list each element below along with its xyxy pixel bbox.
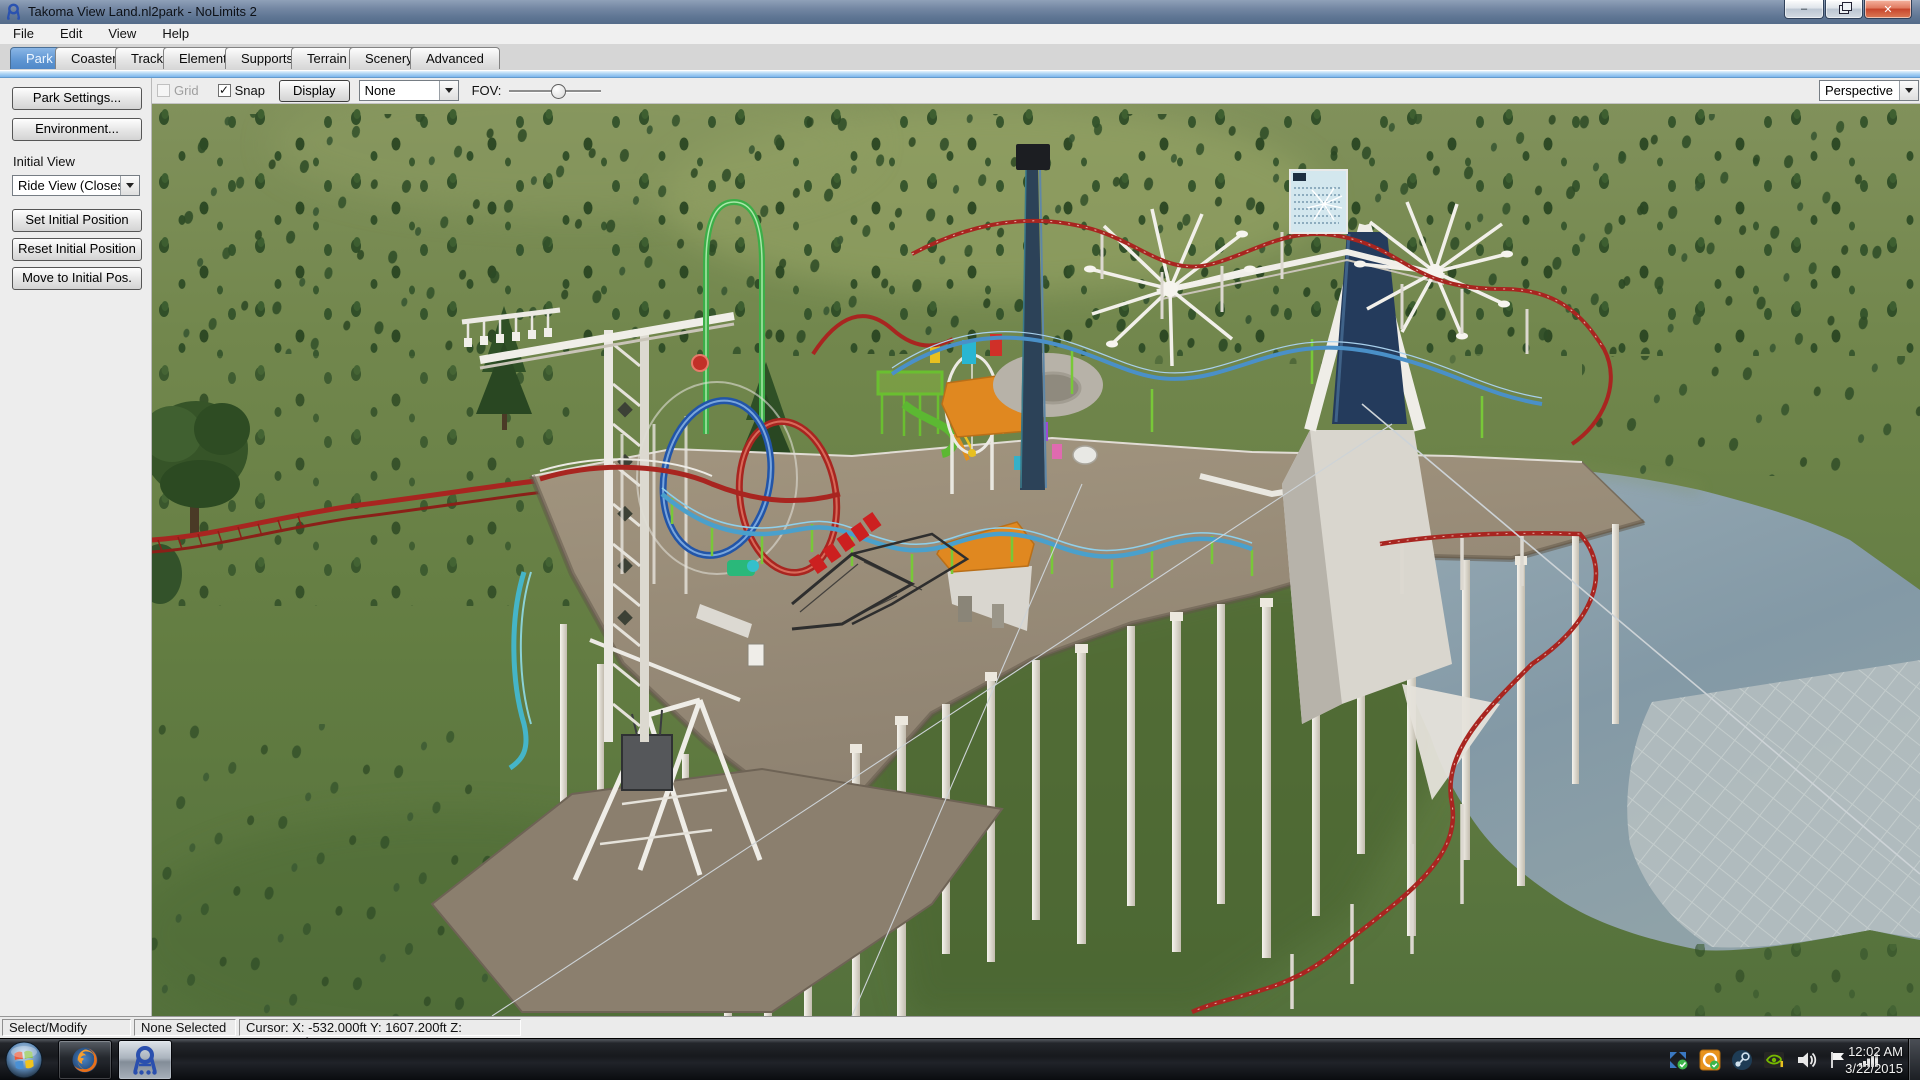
minimize-icon: –: [1801, 3, 1807, 15]
close-icon: ✕: [1883, 3, 1892, 16]
fov-slider[interactable]: [509, 84, 601, 98]
check-icon: ✓: [219, 83, 229, 97]
display-mode-value: None: [360, 81, 439, 100]
recorder-app-icon[interactable]: [1698, 1048, 1722, 1072]
menu-view[interactable]: View: [95, 24, 149, 44]
environment-button[interactable]: Environment...: [12, 118, 142, 141]
menu-file[interactable]: File: [0, 24, 47, 44]
active-pane-accent: [0, 70, 1920, 78]
window-title: Takoma View Land.nl2park - NoLimits 2: [28, 0, 257, 24]
status-selection: None Selected: [134, 1019, 236, 1036]
park-sidebar: Park Settings... Environment... Initial …: [0, 78, 152, 1016]
taskbar-nolimits-button[interactable]: [118, 1040, 172, 1080]
taskbar-firefox-button[interactable]: [58, 1040, 112, 1080]
start-button[interactable]: [5, 1041, 43, 1079]
view-mode-dropdown[interactable]: Perspective: [1819, 80, 1919, 101]
volume-icon[interactable]: [1794, 1048, 1818, 1072]
clock-date: 3/22/2015: [1845, 1060, 1903, 1077]
park-settings-button[interactable]: Park Settings...: [12, 87, 142, 110]
minimize-button[interactable]: –: [1784, 0, 1824, 19]
move-to-initial-pos-button[interactable]: Move to Initial Pos.: [12, 267, 142, 290]
set-initial-position-button[interactable]: Set Initial Position: [12, 209, 142, 232]
firefox-icon: [70, 1045, 100, 1075]
status-cursor-coordinates: Cursor: X: -532.000ft Y: 1607.200ft Z: -…: [239, 1019, 521, 1036]
display-mode-dropdown[interactable]: None: [359, 80, 459, 101]
initial-view-label: Initial View: [13, 154, 75, 169]
app-icon: [5, 3, 22, 20]
fov-label: FOV:: [472, 83, 502, 98]
park-toolbar: Grid ✓ Snap Display None FOV: Perspectiv…: [152, 78, 1920, 104]
nolimits-icon: [130, 1045, 160, 1075]
grid-checkbox[interactable]: [157, 84, 170, 97]
restore-button[interactable]: [1825, 0, 1863, 19]
menu-edit[interactable]: Edit: [47, 24, 95, 44]
steam-icon[interactable]: [1730, 1048, 1754, 1072]
menu-help[interactable]: Help: [149, 24, 202, 44]
restore-icon: [1839, 5, 1849, 14]
red-ring-element: [692, 355, 708, 371]
initial-view-dropdown[interactable]: Ride View (Closest: [12, 175, 140, 196]
chevron-down-icon[interactable]: [1899, 81, 1918, 100]
taskbar-clock[interactable]: 12:02 AM 3/22/2015: [1845, 1043, 1903, 1077]
tab-advanced[interactable]: Advanced: [410, 47, 500, 69]
nolimits2-editor-window: Takoma View Land.nl2park - NoLimits 2 – …: [0, 0, 1920, 1080]
show-desktop-button[interactable]: [1908, 1039, 1920, 1080]
grid-label: Grid: [174, 83, 199, 98]
initial-view-value: Ride View (Closest: [13, 176, 120, 195]
close-button[interactable]: ✕: [1864, 0, 1912, 19]
viewport-3d-scene[interactable]: [152, 104, 1920, 1016]
chevron-down-icon[interactable]: [439, 81, 458, 100]
view-mode-value: Perspective: [1820, 81, 1899, 100]
nvidia-settings-icon[interactable]: [1762, 1048, 1786, 1072]
tab-bar: Park Coaster Track Element Supports Terr…: [0, 44, 1920, 70]
menu-bar: File Edit View Help: [0, 24, 1920, 45]
snap-label: Snap: [235, 83, 265, 98]
status-bar: Select/Modify None Selected Cursor: X: -…: [0, 1016, 1920, 1038]
display-button[interactable]: Display: [279, 80, 350, 102]
clock-time: 12:02 AM: [1845, 1043, 1903, 1060]
title-bar[interactable]: Takoma View Land.nl2park - NoLimits 2 – …: [0, 0, 1920, 25]
billboard-blueprint: [1290, 170, 1347, 233]
fov-slider-knob[interactable]: [551, 84, 566, 99]
snap-checkbox[interactable]: ✓: [218, 84, 231, 97]
round-pad: [993, 353, 1103, 417]
sync-status-icon[interactable]: [1666, 1048, 1690, 1072]
windows-taskbar: 12:02 AM 3/22/2015: [0, 1038, 1920, 1080]
reset-initial-position-button[interactable]: Reset Initial Position: [12, 238, 142, 261]
chevron-down-icon[interactable]: [120, 176, 139, 195]
status-mode: Select/Modify: [2, 1019, 131, 1036]
